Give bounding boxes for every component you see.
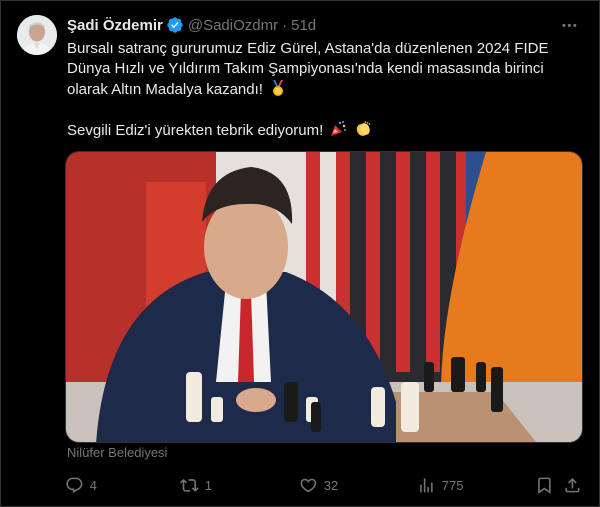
bookmark-icon (535, 476, 554, 495)
chess-player-photo (66, 152, 582, 442)
views-icon (417, 476, 436, 495)
author-name[interactable]: Şadi Özdemir (67, 17, 163, 34)
separator-dot: · (282, 16, 288, 34)
author-handle[interactable]: @SadiOzdmr (188, 17, 278, 34)
bookmark-button[interactable] (535, 473, 554, 497)
tweet-header: Şadi Özdemir @SadiOzdmr · 51d (67, 15, 316, 35)
share-icon (563, 476, 582, 495)
tweet-text-segment: olarak Altın Madalya kazandı! (67, 81, 263, 98)
reply-icon (65, 476, 84, 495)
tweet-text-line: Sevgili Ediz'i yürekten tebrik ediyorum! (67, 120, 577, 141)
reply-button[interactable]: 4 (65, 473, 97, 497)
like-count: 32 (323, 477, 339, 493)
medal-emoji (269, 79, 287, 97)
avatar-image (17, 15, 57, 55)
tweet-text: Bursalı satranç gururumuz Ediz Gürel, As… (67, 39, 577, 141)
repost-icon (180, 476, 199, 495)
like-icon (299, 476, 318, 495)
reply-count: 4 (89, 477, 97, 493)
tweet-text-line: Dünya Hızlı ve Yıldırım Takım Şampiyonas… (67, 60, 544, 77)
share-button[interactable] (563, 473, 582, 497)
more-icon[interactable] (557, 13, 581, 37)
like-button[interactable]: 32 (299, 473, 338, 497)
avatar[interactable] (17, 15, 57, 55)
tweet-card[interactable]: Şadi Özdemir @SadiOzdmr · 51d Bursalı sa… (0, 0, 600, 507)
party-popper-emoji (329, 120, 347, 138)
views-button[interactable]: 775 (417, 473, 463, 497)
tweet-text-segment: Sevgili Ediz'i yürekten tebrik ediyorum! (67, 122, 324, 139)
action-bar: 4 1 32 775 (65, 473, 585, 497)
tweet-text-line: Bursalı satranç gururumuz Ediz Gürel, As… (67, 40, 549, 57)
repost-count: 1 (204, 477, 212, 493)
photo-caption: Nilüfer Belediyesi (67, 445, 168, 460)
clapping-hands-emoji (354, 120, 372, 138)
text-gap (67, 100, 577, 120)
tweet-photo[interactable] (65, 151, 583, 443)
verified-badge-icon (166, 16, 184, 34)
repost-button[interactable]: 1 (180, 473, 212, 497)
tweet-timestamp[interactable]: 51d (291, 17, 316, 34)
tweet-text-line: olarak Altın Madalya kazandı! (67, 79, 577, 100)
views-count: 775 (441, 477, 464, 493)
